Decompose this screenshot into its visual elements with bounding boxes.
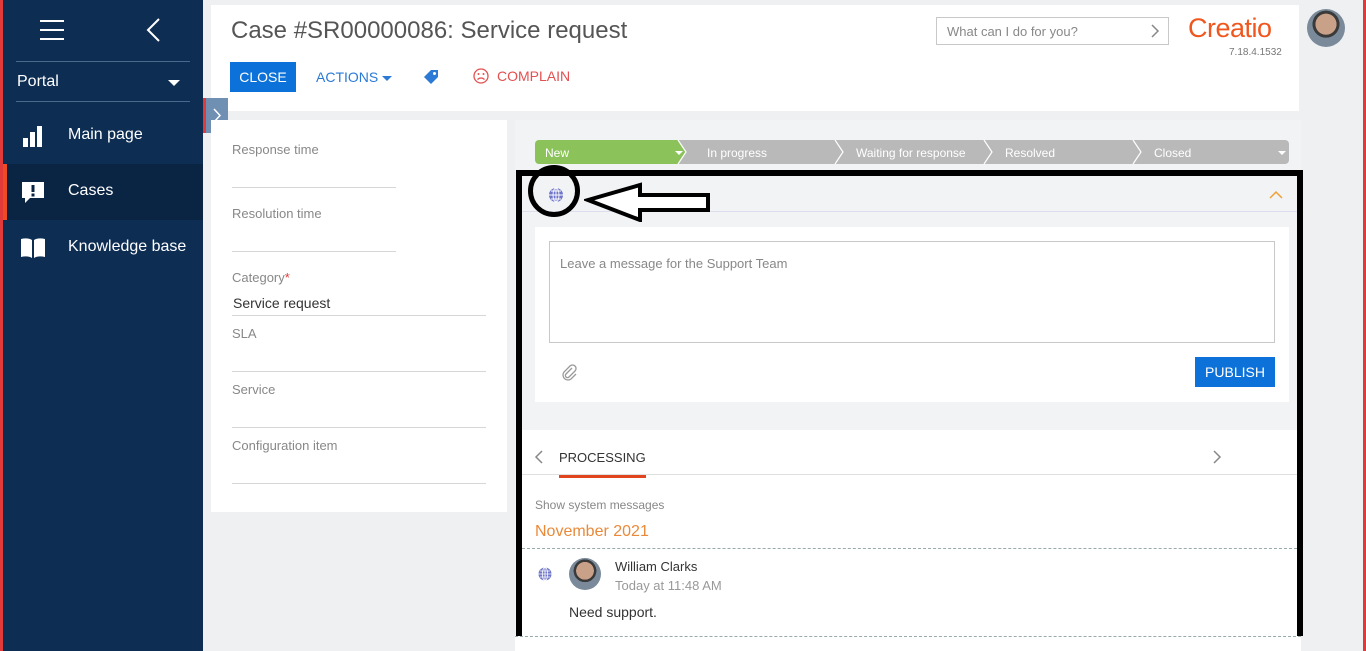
message-input[interactable]: Leave a message for the Support Team: [549, 241, 1275, 343]
command-line-placeholder: What can I do for you?: [947, 24, 1078, 39]
complain-button[interactable]: COMPLAIN: [473, 68, 570, 84]
workplace-selector[interactable]: Portal: [16, 62, 190, 102]
book-icon: [21, 238, 45, 258]
case-details-panel: Response time Resolution time Category* …: [211, 120, 507, 512]
category-value: Service request: [233, 295, 331, 311]
post-text: Need support.: [569, 604, 657, 620]
tag-icon[interactable]: [423, 69, 439, 85]
actions-label: ACTIONS: [316, 69, 379, 85]
highlight-frame: Leave a message for the Support Team PUB…: [516, 170, 1303, 642]
sla-label: SLA: [232, 326, 257, 341]
workplace-label: Portal: [17, 73, 59, 90]
sidebar-item-main-page[interactable]: Main page: [3, 108, 203, 164]
stage-resolved: Resolved: [1005, 146, 1056, 160]
next-feed-item: [515, 636, 1301, 651]
service-field[interactable]: Service: [232, 382, 486, 428]
chevron-down-icon: [168, 80, 180, 86]
menu-icon[interactable]: [40, 20, 64, 40]
configuration-item-field[interactable]: Configuration item: [232, 438, 486, 484]
sidebar-item-label: Knowledge base: [68, 238, 187, 255]
chevron-right-icon[interactable]: [1212, 450, 1222, 464]
stage-closed: Closed: [1154, 146, 1192, 160]
creatio-logo: Creatio: [1188, 13, 1272, 43]
sidebar-item-label: Main page: [68, 126, 143, 143]
stage-new: New: [545, 146, 570, 160]
resolution-time-label: Resolution time: [232, 206, 322, 221]
feed-month-header: November 2021: [535, 523, 649, 540]
resolution-time-field[interactable]: Resolution time: [232, 206, 486, 252]
sidebar-item-label: Cases: [68, 182, 114, 199]
globe-icon: [538, 567, 552, 581]
chevron-left-icon[interactable]: [534, 450, 544, 464]
post-time: Today at 11:48 AM: [615, 578, 722, 593]
chevron-up-icon[interactable]: [1269, 190, 1283, 200]
service-label: Service: [232, 382, 276, 397]
divider: [522, 548, 1297, 549]
page-header: Case #SR00000086: Service request CLOSE …: [211, 5, 1299, 111]
category-field[interactable]: Category* Service request: [232, 270, 486, 316]
response-time-field[interactable]: Response time: [232, 142, 486, 188]
bar-chart-icon: [23, 126, 42, 147]
message-composer: Leave a message for the Support Team PUB…: [535, 227, 1289, 402]
sidebar: Portal Main page Cases Knowledge base: [3, 0, 203, 651]
stage-waiting-for-response: Waiting for response: [856, 146, 966, 160]
sad-face-icon: [473, 68, 489, 84]
sidebar-item-cases[interactable]: Cases: [3, 164, 203, 220]
feed-tabs: PROCESSING: [522, 430, 1297, 478]
sla-field[interactable]: SLA: [232, 326, 486, 372]
post-author[interactable]: William Clarks: [615, 559, 697, 574]
configuration-item-label: Configuration item: [232, 438, 338, 453]
actions-menu-button[interactable]: ACTIONS: [316, 69, 393, 85]
chevron-right-icon[interactable]: [1150, 24, 1160, 38]
category-label: Category: [232, 270, 285, 285]
avatar[interactable]: [569, 558, 601, 590]
annotation-arrow-icon: [584, 182, 710, 222]
close-button[interactable]: CLOSE: [230, 62, 296, 92]
publish-button[interactable]: PUBLISH: [1195, 357, 1275, 387]
chevron-down-icon: [382, 75, 393, 81]
command-line-input[interactable]: What can I do for you?: [936, 17, 1169, 45]
annotation-circle: [528, 165, 580, 217]
message-placeholder: Leave a message for the Support Team: [560, 256, 788, 271]
alert-bubble-icon: [22, 182, 44, 203]
complain-label: COMPLAIN: [497, 68, 571, 84]
processing-feed: PROCESSING Show system messages November…: [522, 430, 1297, 642]
required-mark: *: [284, 270, 290, 285]
sidebar-item-knowledge-base[interactable]: Knowledge base: [3, 220, 203, 276]
paperclip-icon[interactable]: [561, 363, 577, 381]
sidebar-top: [16, 0, 190, 62]
response-time-label: Response time: [232, 142, 319, 157]
page-title: Case #SR00000086: Service request: [231, 17, 628, 44]
tab-processing[interactable]: PROCESSING: [559, 450, 646, 478]
version-label: 7.18.4.1532: [1229, 47, 1282, 58]
user-avatar[interactable]: [1307, 9, 1345, 47]
show-system-messages-link[interactable]: Show system messages: [535, 498, 664, 512]
stage-in-progress: In progress: [707, 146, 768, 160]
chevron-left-icon[interactable]: [144, 17, 164, 43]
